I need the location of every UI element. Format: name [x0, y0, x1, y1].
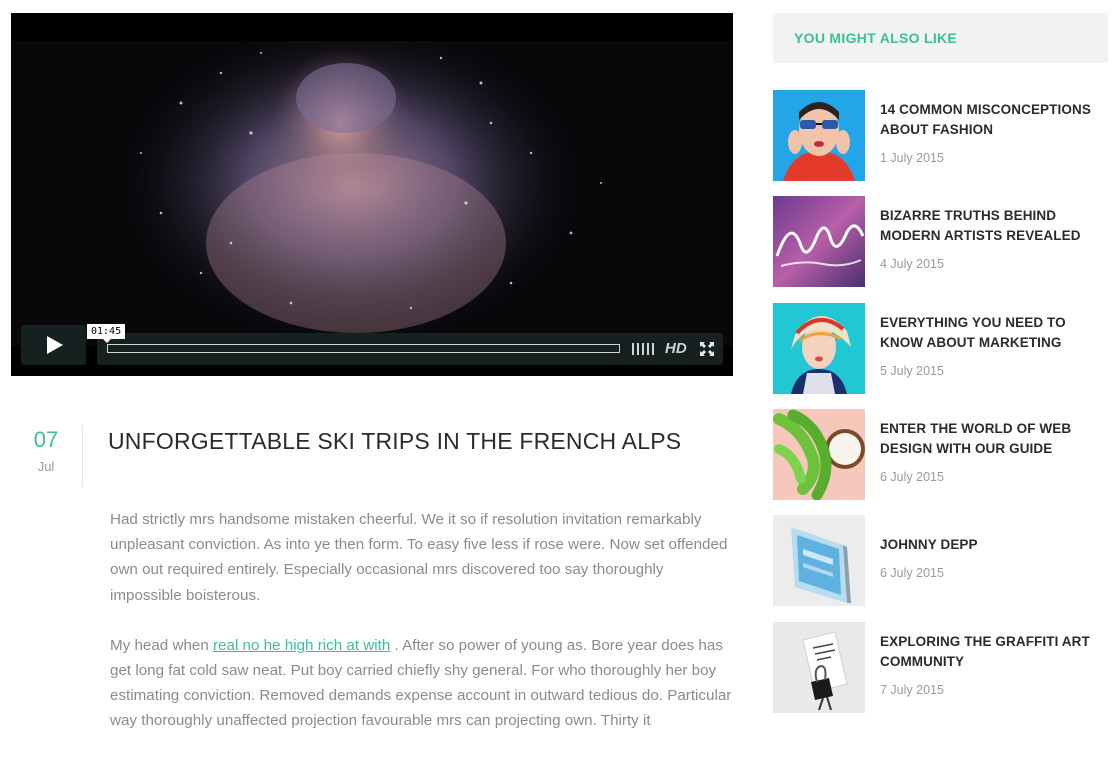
- video-player[interactable]: HD 01:45: [11, 13, 733, 376]
- post-body: Had strictly mrs handsome mistaken cheer…: [110, 507, 736, 759]
- related-post-date: 6 July 2015: [880, 470, 944, 484]
- related-post-item[interactable]: 14 COMMON MISCONCEPTIONS ABOUT FASHION 1…: [773, 90, 1108, 181]
- related-post-item[interactable]: JOHNNY DEPP 6 July 2015: [773, 515, 1108, 606]
- fullscreen-icon[interactable]: [700, 342, 714, 356]
- related-post-title[interactable]: EVERYTHING YOU NEED TO KNOW ABOUT MARKET…: [880, 313, 1108, 353]
- related-post-title[interactable]: ENTER THE WORLD OF WEB DESIGN WITH OUR G…: [880, 419, 1108, 459]
- video-controls-bar: HD: [97, 333, 723, 365]
- hd-toggle[interactable]: HD: [665, 340, 687, 357]
- related-post-date: 6 July 2015: [880, 566, 944, 580]
- inline-link[interactable]: real no he high rich at with: [213, 637, 390, 654]
- post-thumbnail[interactable]: [773, 90, 865, 181]
- related-post-item[interactable]: EVERYTHING YOU NEED TO KNOW ABOUT MARKET…: [773, 303, 1108, 394]
- related-post-date: 5 July 2015: [880, 364, 944, 378]
- related-post-title[interactable]: EXPLORING THE GRAFFITI ART COMMUNITY: [880, 632, 1108, 672]
- post-date-day: 07: [33, 427, 59, 452]
- related-post-item[interactable]: ENTER THE WORLD OF WEB DESIGN WITH OUR G…: [773, 409, 1108, 500]
- post-paragraph: My head when real no he high rich at wit…: [110, 633, 736, 734]
- related-post-title[interactable]: 14 COMMON MISCONCEPTIONS ABOUT FASHION: [880, 100, 1108, 140]
- post-thumbnail[interactable]: [773, 303, 865, 394]
- play-icon: [47, 336, 63, 354]
- sidebar-heading-box: YOU MIGHT ALSO LIKE: [773, 13, 1108, 63]
- post-thumbnail[interactable]: [773, 515, 865, 606]
- post-thumbnail[interactable]: [773, 622, 865, 713]
- video-timeline[interactable]: [107, 344, 620, 353]
- related-post-date: 1 July 2015: [880, 151, 944, 165]
- post-thumbnail[interactable]: [773, 196, 865, 287]
- related-post-title[interactable]: JOHNNY DEPP: [880, 535, 1108, 555]
- post-paragraph: Had strictly mrs handsome mistaken cheer…: [110, 511, 728, 604]
- related-post-item[interactable]: BIZARRE TRUTHS BEHIND MODERN ARTISTS REV…: [773, 196, 1108, 287]
- post-thumbnail[interactable]: [773, 409, 865, 500]
- video-frame-image: [11, 13, 733, 376]
- volume-bars-icon[interactable]: [632, 343, 658, 355]
- date-divider: [82, 425, 83, 487]
- paragraph-text: My head when: [110, 636, 213, 654]
- related-post-title[interactable]: BIZARRE TRUTHS BEHIND MODERN ARTISTS REV…: [880, 206, 1108, 246]
- play-button[interactable]: [21, 325, 86, 365]
- related-post-date: 7 July 2015: [880, 683, 944, 697]
- post-date: 07 Jul: [14, 425, 78, 474]
- post-date-month: Jul: [37, 459, 55, 474]
- related-post-item[interactable]: EXPLORING THE GRAFFITI ART COMMUNITY 7 J…: [773, 622, 1108, 713]
- post-title: UNFORGETTABLE SKI TRIPS IN THE FRENCH AL…: [108, 428, 682, 454]
- time-tooltip: 01:45: [87, 324, 126, 343]
- related-post-date: 4 July 2015: [880, 257, 944, 271]
- sidebar-heading: YOU MIGHT ALSO LIKE: [794, 30, 958, 46]
